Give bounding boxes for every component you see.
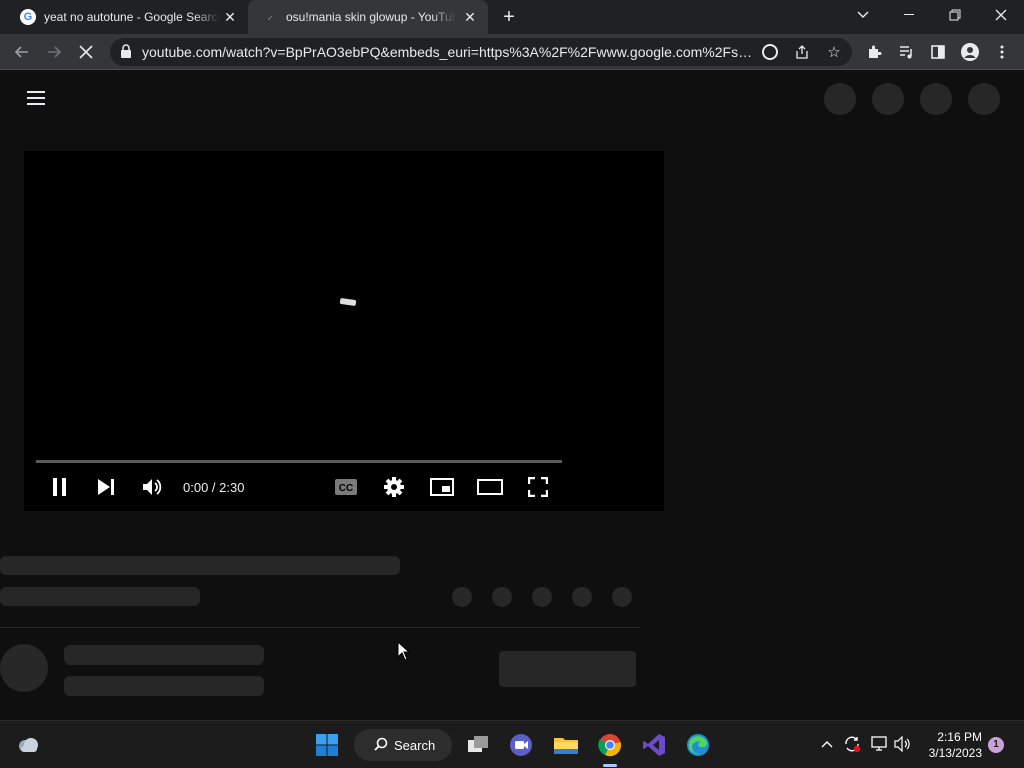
network-icon[interactable] [870, 735, 888, 753]
restore-button[interactable] [932, 0, 978, 30]
skeleton-action [452, 587, 472, 607]
clock-date: 3/13/2023 [928, 746, 982, 760]
extensions-puzzle-icon[interactable] [864, 42, 884, 62]
theater-mode-icon[interactable] [476, 473, 504, 501]
windows-taskbar: Search 2:16 PM 3/13/2023 1 [0, 720, 1024, 768]
settings-gear-icon[interactable] [380, 473, 408, 501]
forward-button[interactable] [42, 40, 66, 64]
svg-text:CC: CC [339, 483, 353, 494]
chrome-browser-icon[interactable] [594, 729, 626, 761]
close-window-button[interactable] [978, 0, 1024, 30]
skeleton-subscribe-button [499, 651, 636, 687]
stop-loading-button[interactable] [74, 40, 98, 64]
chrome-menu-icon[interactable] [992, 42, 1012, 62]
bookmark-star-icon[interactable]: ☆ [824, 42, 844, 62]
loading-spinner [339, 297, 357, 307]
divider [0, 627, 640, 628]
teams-chat-icon[interactable] [505, 729, 537, 761]
notification-badge[interactable]: 1 [988, 737, 1004, 753]
next-video-button[interactable] [92, 473, 120, 501]
google-g-icon: G [20, 9, 36, 25]
new-tab-button[interactable]: + [498, 7, 520, 29]
skeleton-circle [920, 83, 952, 115]
skeleton-avatar [0, 644, 48, 692]
google-lens-icon[interactable] [760, 42, 780, 62]
skeleton-meta [0, 587, 200, 606]
video-player[interactable]: 0:00 / 2:30 CC [24, 151, 664, 511]
sync-status-icon[interactable] [843, 735, 861, 753]
speaker-volume-icon[interactable] [894, 735, 912, 753]
skeleton-title [0, 556, 400, 575]
tab-title: osu!mania skin glowup - YouTube [286, 10, 456, 24]
loading-icon: ⸝ [267, 11, 273, 22]
system-clock[interactable]: 2:16 PM 3/13/2023 [920, 729, 982, 761]
progress-bar[interactable] [36, 460, 562, 463]
visual-studio-icon[interactable] [638, 729, 670, 761]
url-text: youtube.com/watch?v=BpPrAO3ebPQ&embeds_e… [142, 44, 754, 60]
minimize-button[interactable] [886, 0, 932, 30]
search-icon [374, 737, 388, 754]
media-control-icon[interactable] [896, 42, 916, 62]
skeleton-action [572, 587, 592, 607]
skeleton-channel-name [64, 645, 264, 665]
back-button[interactable] [10, 40, 34, 64]
close-tab-icon[interactable]: ✕ [462, 9, 478, 25]
skeleton-subscribers [64, 676, 264, 696]
weather-widget-icon[interactable] [12, 729, 44, 761]
subtitles-cc-icon[interactable]: CC [332, 473, 360, 501]
volume-icon[interactable] [139, 473, 167, 501]
time-display: 0:00 / 2:30 [183, 480, 245, 495]
tab-title: yeat no autotune - Google Search [44, 10, 220, 24]
address-bar[interactable]: youtube.com/watch?v=BpPrAO3ebPQ&embeds_e… [110, 38, 852, 66]
side-panel-icon[interactable] [928, 42, 948, 62]
skeleton-circle [968, 83, 1000, 115]
file-explorer-icon[interactable] [550, 729, 582, 761]
task-view-icon[interactable] [462, 729, 494, 761]
close-tab-icon[interactable]: ✕ [222, 9, 238, 25]
skeleton-action [612, 587, 632, 607]
browser-tab-strip: G yeat no autotune - Google Search ✕ ⸝ o… [0, 0, 1024, 34]
edge-browser-icon[interactable] [682, 729, 714, 761]
browser-toolbar: youtube.com/watch?v=BpPrAO3ebPQ&embeds_e… [0, 34, 1024, 70]
skeleton-action [532, 587, 552, 607]
taskbar-search[interactable]: Search [354, 729, 452, 761]
fullscreen-icon[interactable] [524, 473, 552, 501]
tab-search-chevron-icon[interactable] [840, 0, 886, 30]
clock-time: 2:16 PM [937, 730, 982, 744]
share-icon[interactable] [792, 42, 812, 62]
pause-button[interactable] [46, 473, 74, 501]
tab-youtube[interactable]: ⸝ osu!mania skin glowup - YouTube ✕ [248, 0, 488, 34]
skeleton-circle [872, 83, 904, 115]
hamburger-menu-icon[interactable] [27, 91, 45, 105]
lock-icon [121, 44, 131, 58]
show-hidden-icons-chevron-icon[interactable] [818, 735, 836, 753]
miniplayer-icon[interactable] [428, 473, 456, 501]
tab-google-search[interactable]: G yeat no autotune - Google Search ✕ [0, 0, 248, 34]
mouse-cursor-icon [397, 641, 411, 661]
windows-start-icon[interactable] [311, 729, 343, 761]
active-app-indicator [603, 764, 617, 767]
profile-avatar-icon[interactable] [960, 42, 980, 62]
search-label: Search [394, 737, 436, 753]
skeleton-circle [824, 83, 856, 115]
youtube-page: 0:00 / 2:30 CC [0, 71, 1024, 720]
skeleton-action [492, 587, 512, 607]
